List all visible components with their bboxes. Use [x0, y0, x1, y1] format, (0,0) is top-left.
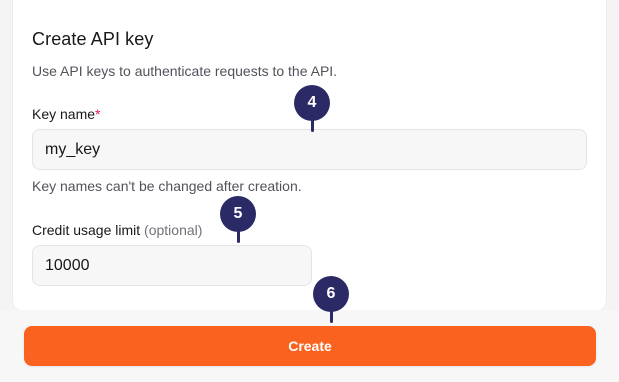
step-marker-4-pointer [310, 120, 314, 132]
create-button[interactable]: Create [24, 326, 596, 366]
step-marker-6-pointer [329, 311, 333, 323]
key-name-input[interactable]: my_key [32, 129, 587, 170]
step-marker-5-pointer [236, 231, 240, 243]
credit-limit-input[interactable]: 10000 [32, 245, 312, 286]
step-marker-4-badge: 4 [294, 85, 330, 121]
key-name-helper-text: Key names can't be changed after creatio… [32, 178, 302, 194]
optional-tag: (optional) [144, 222, 203, 238]
step-marker-6: 6 [313, 276, 349, 323]
step-marker-5: 5 [220, 196, 256, 243]
credit-limit-label-text: Credit usage limit [32, 222, 141, 238]
step-marker-6-badge: 6 [313, 276, 349, 312]
dialog-title: Create API key [32, 29, 154, 49]
step-marker-5-badge: 5 [220, 196, 256, 232]
key-name-label: Key name* [32, 106, 101, 122]
credit-limit-label: Credit usage limit (optional) [32, 222, 202, 238]
step-marker-4: 4 [294, 85, 330, 132]
required-marker: * [95, 106, 101, 122]
key-name-label-text: Key name [32, 106, 96, 122]
dialog-subtitle: Use API keys to authenticate requests to… [32, 63, 338, 79]
